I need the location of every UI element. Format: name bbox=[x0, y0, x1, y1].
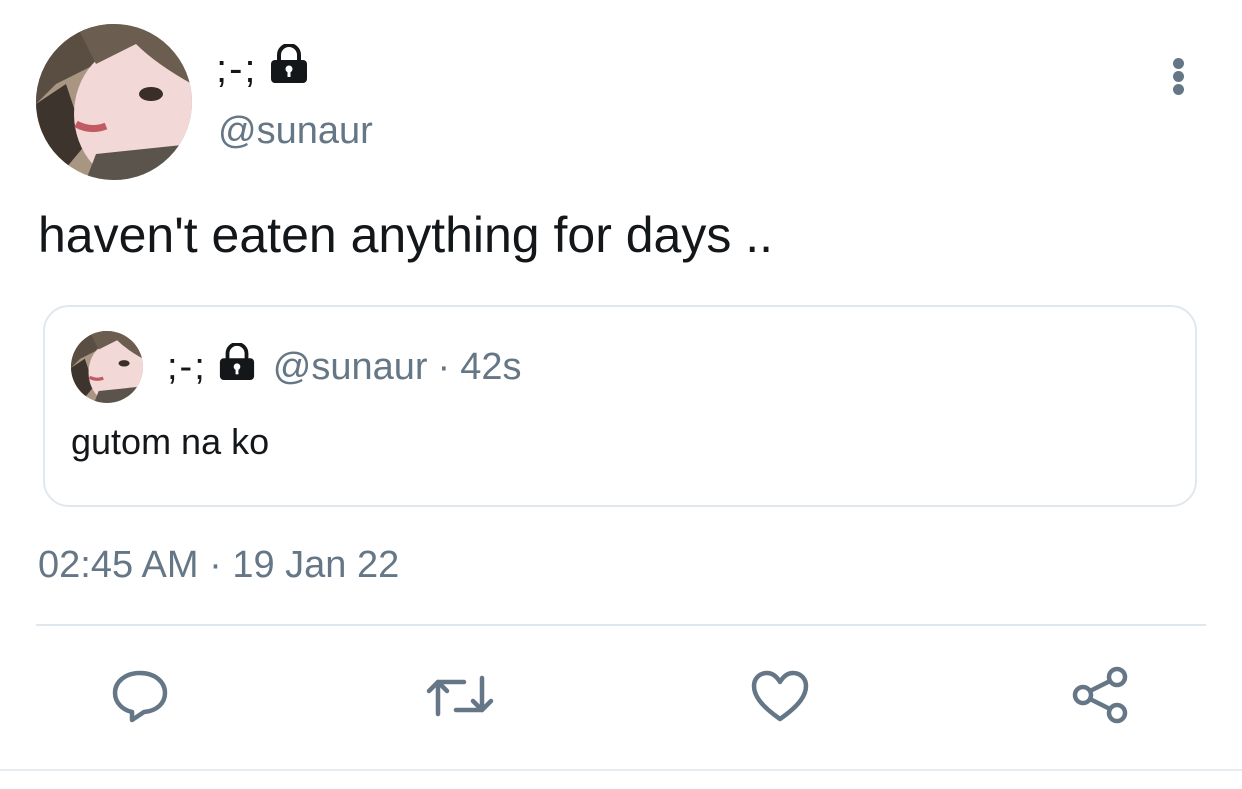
author-avatar[interactable] bbox=[36, 24, 192, 180]
quote-time: 42s bbox=[460, 345, 522, 388]
author-handle[interactable]: @sunaur bbox=[218, 110, 373, 153]
author-name-row: ;-; bbox=[216, 43, 310, 94]
lock-icon bbox=[268, 43, 310, 94]
quote-avatar bbox=[71, 331, 143, 403]
quote-handle: @sunaur bbox=[272, 345, 428, 388]
more-vertical-icon[interactable] bbox=[1164, 54, 1194, 98]
reply-button[interactable] bbox=[108, 666, 172, 730]
share-icon bbox=[1069, 665, 1131, 732]
retweet-button[interactable] bbox=[426, 666, 494, 730]
quote-text: gutom na ko bbox=[71, 421, 270, 462]
like-button[interactable] bbox=[748, 666, 812, 730]
quote-header: ;-; @sunaur · 42s bbox=[167, 342, 522, 391]
divider bbox=[36, 624, 1206, 626]
retweet-icon bbox=[426, 670, 494, 727]
tweet-timestamp: 02:45 AM · 19 Jan 22 bbox=[38, 544, 400, 586]
tweet-text: haven't eaten anything for days .. bbox=[38, 207, 774, 263]
author-display-name: ;-; bbox=[216, 46, 258, 91]
quoted-tweet[interactable]: ;-; @sunaur · 42s gutom na ko bbox=[43, 305, 1197, 507]
lock-icon bbox=[217, 342, 257, 391]
bottom-divider bbox=[0, 769, 1242, 771]
like-icon bbox=[750, 669, 810, 728]
quote-separator: · bbox=[437, 345, 451, 388]
reply-icon bbox=[110, 667, 170, 730]
quote-display-name: ;-; bbox=[167, 345, 207, 388]
share-button[interactable] bbox=[1068, 666, 1132, 730]
